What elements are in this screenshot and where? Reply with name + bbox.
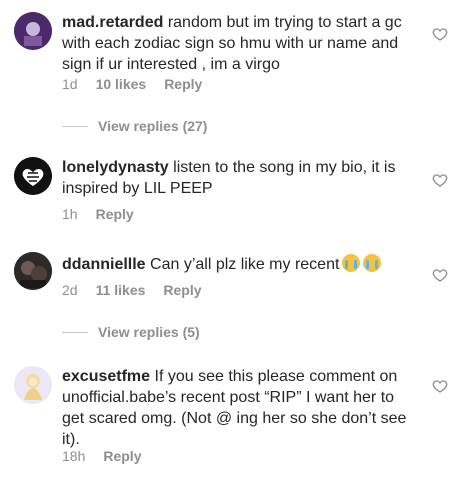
- view-replies-button[interactable]: View replies (27): [62, 118, 207, 134]
- reply-button[interactable]: Reply: [103, 448, 141, 464]
- comment-meta: 1h Reply: [62, 206, 134, 222]
- view-replies-label[interactable]: View replies (27): [98, 118, 207, 134]
- comment-text: lonelydynasty listen to the song in my b…: [62, 157, 418, 199]
- heart-outline-icon[interactable]: [432, 378, 448, 394]
- comment-time: 18h: [62, 448, 86, 464]
- reply-button[interactable]: Reply: [96, 206, 134, 222]
- heart-outline-icon[interactable]: [432, 267, 448, 283]
- crying-face-emoji: [363, 254, 382, 272]
- comment-meta: 2d 11 likes Reply: [62, 282, 202, 298]
- heart-outline-icon[interactable]: [432, 26, 448, 42]
- reply-button[interactable]: Reply: [163, 282, 201, 298]
- reply-button[interactable]: Reply: [164, 76, 202, 92]
- comment-time: 1h: [62, 206, 78, 222]
- comment-username[interactable]: excusetfme: [62, 368, 150, 385]
- comment-likes[interactable]: 10 likes: [96, 76, 147, 92]
- comment-meta: 18h Reply: [62, 448, 141, 464]
- view-replies-label[interactable]: View replies (5): [98, 324, 200, 340]
- view-replies-button[interactable]: View replies (5): [62, 324, 200, 340]
- avatar[interactable]: [14, 157, 52, 195]
- comment-username[interactable]: mad.retarded: [62, 14, 163, 31]
- replies-divider: [62, 125, 88, 127]
- comment-text: mad.retarded random but im trying to sta…: [62, 12, 418, 75]
- crying-face-emoji: [342, 254, 361, 272]
- avatar[interactable]: [14, 12, 52, 50]
- replies-divider: [62, 331, 88, 333]
- avatar[interactable]: [14, 252, 52, 290]
- comment-username[interactable]: lonelydynasty: [62, 159, 169, 176]
- comment-body: Can y’all plz like my recent: [145, 256, 340, 273]
- comment-time: 2d: [62, 282, 78, 298]
- comment-likes[interactable]: 11 likes: [96, 282, 146, 298]
- heart-outline-icon[interactable]: [432, 172, 448, 188]
- comment-text: excusetfme If you see this please commen…: [62, 366, 418, 450]
- comment-time: 1d: [62, 76, 78, 92]
- comment-username[interactable]: ddanniellle: [62, 256, 146, 273]
- comment-text: ddanniellle Can y’all plz like my recent: [62, 254, 418, 275]
- comment-meta: 1d 10 likes Reply: [62, 76, 202, 92]
- avatar[interactable]: [14, 366, 52, 404]
